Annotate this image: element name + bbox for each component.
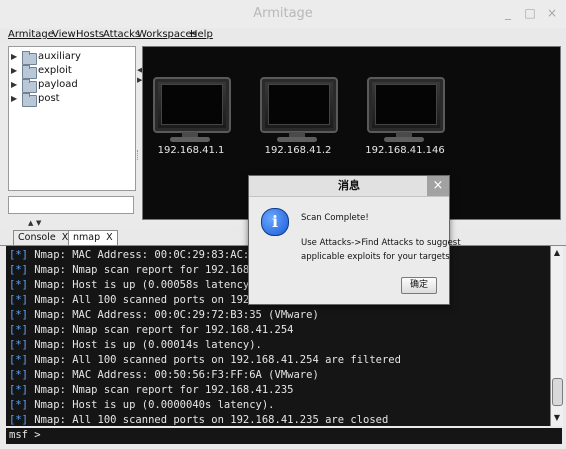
- tab-nmap[interactable]: nmap X: [68, 230, 118, 245]
- console-line: [*] Nmap: MAC Address: 00:50:56:F3:FF:6A…: [9, 369, 319, 381]
- console-scrollbar[interactable]: ▲ ▼: [550, 246, 563, 426]
- module-search-input[interactable]: [8, 196, 134, 214]
- monitor-icon: [367, 77, 445, 133]
- console-line: [*] Nmap: Host is up (0.0000040s latency…: [9, 399, 275, 411]
- title-bar[interactable]: Armitage _ □ ×: [0, 0, 566, 29]
- menu-workspaces[interactable]: Workspaces: [137, 29, 197, 40]
- scroll-up-icon[interactable]: ▲: [552, 248, 562, 258]
- close-window-button[interactable]: ×: [544, 5, 560, 21]
- tab-console[interactable]: Console X: [13, 230, 74, 245]
- expand-arrow-icon[interactable]: ▶: [11, 94, 17, 103]
- menu-view[interactable]: View: [52, 29, 76, 40]
- module-tree[interactable]: ▶ auxiliary ▶ exploit ▶ payload ▶ post: [8, 46, 136, 191]
- host-ip: 192.168.41.2: [264, 145, 332, 156]
- folder-icon: [22, 79, 37, 93]
- console-line: [*] Nmap: Nmap scan report for 192.168.4…: [9, 384, 294, 396]
- menu-armitage[interactable]: Armitage: [8, 29, 54, 40]
- expand-arrow-icon[interactable]: ▶: [11, 80, 17, 89]
- folder-icon: [22, 65, 37, 79]
- dialog-message-title: Scan Complete!: [301, 213, 369, 223]
- monitor-icon: [153, 77, 231, 133]
- console-line: [*] Nmap: Nmap scan report for 192.168.4…: [9, 324, 294, 336]
- menu-help[interactable]: Help: [190, 29, 213, 40]
- console-line: [*] Nmap: Host is up (0.00014s latency).: [9, 339, 262, 351]
- console-prompt: msf >: [9, 429, 41, 441]
- splitter-up-icon[interactable]: ▲: [28, 219, 33, 227]
- host-target[interactable]: 192.168.41.146: [360, 77, 450, 187]
- splitter-grip-icon: [137, 150, 140, 160]
- monitor-icon: [260, 77, 338, 133]
- message-dialog: 消息 × i Scan Complete! Use Attacks->Find …: [248, 175, 461, 305]
- scroll-thumb[interactable]: [552, 378, 563, 406]
- close-tab-icon[interactable]: X: [106, 232, 113, 243]
- dialog-message-line: Use Attacks->Find Attacks to suggest: [301, 238, 461, 248]
- maximize-button[interactable]: □: [522, 5, 538, 21]
- ok-button[interactable]: 确定: [401, 277, 437, 294]
- host-target[interactable]: 192.168.41.1: [146, 77, 236, 187]
- window-title: Armitage: [253, 6, 313, 21]
- host-ip: 192.168.41.1: [157, 145, 225, 156]
- close-icon[interactable]: ×: [427, 176, 449, 196]
- console-line: [*] Nmap: All 100 scanned ports on 192.1…: [9, 354, 401, 366]
- armitage-window: Armitage _ □ × Armitage View Hosts Attac…: [0, 0, 566, 449]
- folder-icon: [22, 51, 37, 65]
- expand-arrow-icon[interactable]: ▶: [11, 52, 17, 61]
- dialog-message-line: applicable exploits for your targets.: [301, 252, 453, 262]
- splitter-down-icon[interactable]: ▼: [36, 219, 41, 227]
- console-line: [*] Nmap: All 100 scanned ports on 192.1…: [9, 414, 389, 426]
- scroll-down-icon[interactable]: ▼: [552, 413, 562, 423]
- menu-bar: Armitage View Hosts Attacks Workspaces H…: [0, 28, 566, 44]
- info-icon: i: [261, 208, 289, 236]
- menu-hosts[interactable]: Hosts: [76, 29, 104, 40]
- command-input[interactable]: msf >: [6, 428, 562, 444]
- folder-icon: [22, 93, 37, 107]
- console-line: [*] Nmap: MAC Address: 00:0C:29:72:B3:35…: [9, 309, 319, 321]
- host-ip: 192.168.41.146: [365, 145, 445, 156]
- console-line: [*] Nmap: Host is up (0.00058s latency).: [9, 279, 262, 291]
- host-target[interactable]: 192.168.41.2: [253, 77, 343, 187]
- expand-arrow-icon[interactable]: ▶: [11, 66, 17, 75]
- dialog-title[interactable]: 消息: [249, 176, 449, 197]
- menu-attacks[interactable]: Attacks: [103, 29, 140, 40]
- minimize-button[interactable]: _: [500, 5, 516, 21]
